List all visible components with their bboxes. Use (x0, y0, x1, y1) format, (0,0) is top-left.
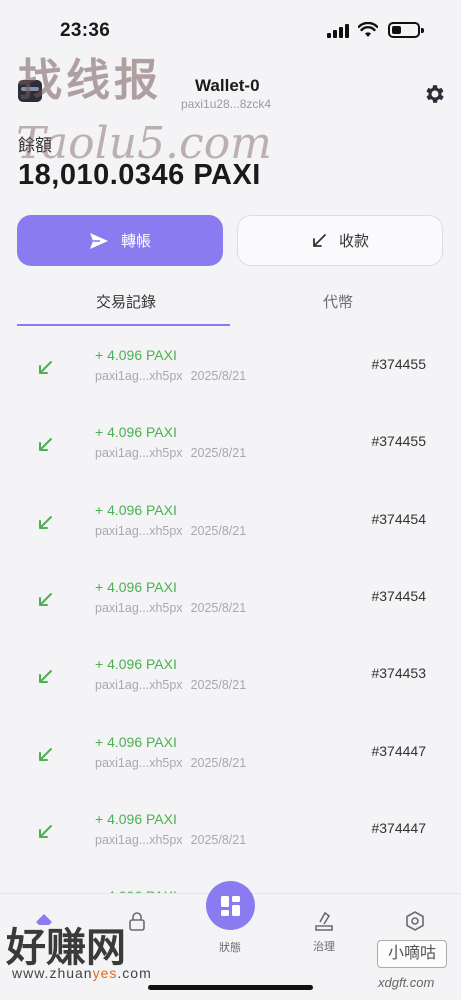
balance-amount: 18,010.0346 PAXI (18, 159, 261, 191)
send-plane-icon (89, 232, 108, 249)
wallet-address[interactable]: paxi1u28...8zck4 (181, 97, 271, 111)
transaction-address: paxi1ag...xh5px (95, 678, 183, 693)
transaction-meta: paxi1ag...xh5px 2025/8/21 (95, 601, 246, 615)
transaction-address: paxi1ag...xh5px (95, 369, 183, 383)
transaction-row[interactable]: + 4.096 PAXI paxi1ag...xh5px 2025/8/21 #374… (0, 734, 461, 794)
send-button-label: 轉帳 (120, 233, 151, 250)
transaction-block: #374447 (371, 742, 426, 759)
transaction-amount: + 4.096 PAXI (95, 578, 177, 595)
transaction-date: 2025/8/21 (190, 523, 247, 538)
nav-item-lock[interactable] (107, 910, 167, 938)
transaction-meta: paxi1ag...xh5px 2025/8/21 (95, 369, 246, 383)
bottom-nav: 狀態 治理 (0, 881, 461, 1000)
status-bar: 23:36 (0, 0, 461, 58)
transaction-address: paxi1ag...xh5px (95, 832, 183, 847)
active-tab-indicator (17, 324, 230, 326)
transaction-date: 2025/8/21 (190, 832, 247, 847)
receive-button[interactable]: 收款 (237, 215, 443, 266)
home-icon (36, 914, 52, 925)
arrow-down-left-icon (39, 747, 52, 761)
transaction-address: paxi1ag...xh5px (95, 600, 183, 615)
transaction-row[interactable]: + 4.096 PAXI paxi1ag...xh5px 2025/8/21 #374… (0, 579, 461, 639)
transaction-row[interactable]: + 4.096 PAXI paxi1ag...xh5px 2025/8/21 #374… (0, 347, 461, 407)
transaction-amount: + 4.096 PAXI (95, 347, 177, 363)
transaction-amount: + 4.096 PAXI (95, 810, 177, 827)
status-time: 23:36 (60, 20, 111, 41)
transaction-date: 2025/8/21 (190, 369, 247, 383)
transaction-block: #374447 (371, 819, 426, 836)
nav-status-label: 狀態 (219, 942, 241, 954)
transaction-row[interactable]: + 4.096 PAXI paxi1ag...xh5px 2025/8/21 #374… (0, 502, 461, 562)
wifi-icon (358, 22, 378, 37)
transaction-block: #374454 (371, 510, 426, 527)
arrow-down-left-icon (313, 233, 326, 247)
transaction-block: #374454 (371, 587, 426, 604)
receive-button-label: 收款 (338, 233, 369, 250)
cellular-signal-icon (327, 24, 349, 38)
wallet-name[interactable]: Wallet-0 (195, 76, 260, 96)
lock-icon (129, 912, 145, 931)
transaction-meta: paxi1ag...xh5px 2025/8/21 (95, 446, 246, 460)
vote-box-icon (315, 911, 333, 931)
transaction-address: paxi1ag...xh5px (95, 523, 183, 538)
transaction-address: paxi1ag...xh5px (95, 755, 183, 770)
arrow-down-left-icon (39, 670, 52, 684)
tab-tokens[interactable]: 代幣 (323, 291, 353, 312)
arrow-down-left-icon (39, 361, 52, 374)
transaction-date: 2025/8/21 (190, 755, 247, 770)
transaction-amount: + 4.096 PAXI (95, 424, 177, 441)
arrow-down-left-icon (39, 824, 52, 838)
transaction-meta: paxi1ag...xh5px 2025/8/21 (95, 833, 246, 847)
nav-governance-label: 治理 (313, 941, 335, 953)
send-button[interactable]: 轉帳 (17, 215, 223, 266)
hexagon-icon (406, 911, 424, 931)
arrow-down-left-icon (39, 515, 52, 529)
transaction-meta: paxi1ag...xh5px 2025/8/21 (95, 678, 246, 692)
balance-label: 餘額 (18, 136, 52, 155)
arrow-down-left-icon (39, 592, 52, 606)
nav-item-status[interactable] (206, 881, 255, 930)
transaction-row[interactable]: + 4.096 PAXI paxi1ag...xh5px 2025/8/21 #374… (0, 424, 461, 484)
nav-item-settings[interactable] (385, 910, 445, 938)
home-indicator[interactable] (148, 985, 313, 990)
transaction-block: #374455 (371, 356, 426, 372)
transaction-date: 2025/8/21 (190, 446, 247, 461)
transaction-row[interactable]: + 4.096 PAXI paxi1ag...xh5px 2025/8/21 #374… (0, 811, 461, 871)
arrow-down-left-icon (39, 438, 52, 452)
transaction-block: #374453 (371, 665, 426, 682)
transaction-amount: + 4.096 PAXI (95, 501, 177, 518)
transaction-date: 2025/8/21 (190, 678, 247, 693)
transaction-meta: paxi1ag...xh5px 2025/8/21 (95, 756, 246, 770)
nav-item-governance[interactable]: 治理 (294, 910, 354, 954)
tab-transactions[interactable]: 交易記錄 (96, 291, 156, 312)
battery-icon (388, 22, 424, 38)
transaction-amount: + 4.096 PAXI (95, 656, 177, 673)
wallet-icon[interactable] (18, 80, 42, 102)
transaction-meta: paxi1ag...xh5px 2025/8/21 (95, 524, 246, 538)
grid-icon (220, 895, 240, 916)
transaction-row[interactable]: + 4.096 PAXI paxi1ag...xh5px 2025/8/21 #374… (0, 656, 461, 716)
transaction-date: 2025/8/21 (190, 600, 247, 615)
transaction-amount: + 4.096 PAXI (95, 733, 177, 750)
transaction-block: #374455 (371, 433, 426, 450)
transaction-address: paxi1ag...xh5px (95, 446, 183, 461)
gear-icon[interactable] (423, 82, 447, 106)
nav-item-home[interactable] (14, 910, 74, 938)
